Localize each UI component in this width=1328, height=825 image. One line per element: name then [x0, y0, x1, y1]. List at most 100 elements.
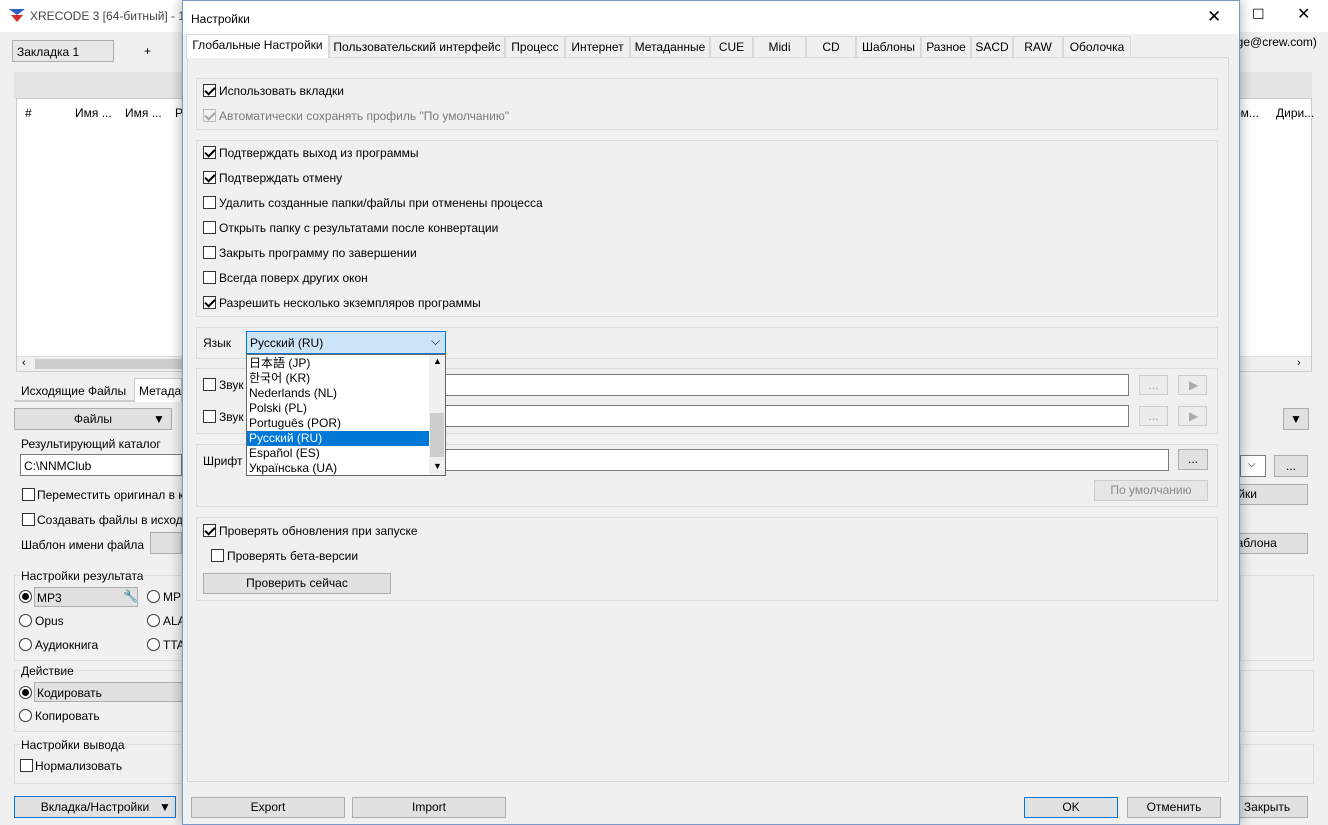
tab-global-settings[interactable]: Глобальные Настройки: [186, 34, 329, 58]
chevron-down-icon: ⌵: [1248, 459, 1256, 470]
sound2-checkbox[interactable]: [203, 410, 216, 423]
right-dropdown-button[interactable]: ▼: [1283, 408, 1309, 430]
maximize-icon[interactable]: ☐: [1252, 6, 1265, 23]
export-button[interactable]: Export: [191, 797, 345, 818]
browse-output-button[interactable]: ...: [1274, 455, 1308, 477]
format-mp3-radio[interactable]: [19, 590, 32, 603]
tab-internet[interactable]: Интернет: [565, 36, 630, 57]
add-tab-button[interactable]: +: [144, 44, 151, 58]
tab-sacd[interactable]: SACD: [971, 36, 1013, 57]
default-font-button[interactable]: По умолчанию: [1094, 480, 1208, 501]
column-header-name2[interactable]: Имя ...: [125, 106, 162, 120]
format-audiobook-radio[interactable]: [19, 638, 32, 651]
scroll-left-icon[interactable]: ‹: [22, 357, 26, 369]
ok-button[interactable]: OK: [1024, 797, 1118, 818]
column-header-name1[interactable]: Имя ...: [75, 106, 112, 120]
create-in-source-checkbox[interactable]: [22, 513, 35, 526]
tab-settings-button[interactable]: Вкладка/Настройки ▼: [14, 796, 176, 818]
confirm-exit-checkbox[interactable]: [203, 146, 216, 159]
language-option[interactable]: Русский (RU): [247, 431, 429, 446]
bottom-tab-metadata[interactable]: Метадан: [134, 378, 188, 402]
action-copy-radio[interactable]: [19, 709, 32, 722]
format-ala-radio[interactable]: [147, 614, 160, 627]
sound2-play-button[interactable]: ▶: [1178, 406, 1207, 426]
bottom-tab-metadata-label: Метадан: [139, 384, 188, 398]
tab-cue[interactable]: CUE: [710, 36, 753, 57]
column-header-number[interactable]: #: [25, 106, 32, 120]
tab-label: Метаданные: [634, 40, 706, 54]
format-mp-radio[interactable]: [147, 590, 160, 603]
scroll-up-icon[interactable]: ▲: [433, 356, 442, 366]
sound1-path-field[interactable]: [445, 374, 1129, 396]
tab-metadata[interactable]: Метаданные: [630, 36, 710, 57]
close-on-finish-checkbox[interactable]: [203, 246, 216, 259]
files-button[interactable]: Файлы ▼: [14, 408, 172, 430]
language-option[interactable]: Português (POR): [247, 416, 429, 431]
check-beta-checkbox[interactable]: [211, 549, 224, 562]
document-tab[interactable]: Закладка 1: [12, 40, 114, 62]
action-encode-selector[interactable]: Кодировать: [34, 682, 184, 702]
action-encode-label: Кодировать: [37, 686, 102, 700]
sound1-checkbox[interactable]: [203, 378, 216, 391]
language-option[interactable]: Nederlands (NL): [247, 386, 429, 401]
sound1-browse-button[interactable]: ...: [1139, 375, 1168, 395]
format-opus-radio[interactable]: [19, 614, 32, 627]
open-folder-label: Открыть папку с результатами после конве…: [219, 221, 499, 235]
tab-user-interface[interactable]: Пользовательский интерфейс: [329, 36, 505, 57]
use-tabs-label: Использовать вкладки: [219, 84, 344, 98]
right-group-1: [1240, 575, 1314, 661]
language-dropdown-list[interactable]: 日本語 (JP) 한국어 (KR) Nederlands (NL) Polski (P…: [246, 354, 446, 476]
delete-on-cancel-checkbox[interactable]: [203, 196, 216, 209]
play-icon: ▶: [1189, 378, 1199, 392]
always-on-top-checkbox[interactable]: [203, 271, 216, 284]
language-options: 日本語 (JP) 한국어 (KR) Nederlands (NL) Polski (P…: [247, 356, 429, 476]
multi-instance-checkbox[interactable]: [203, 296, 216, 309]
confirm-cancel-checkbox[interactable]: [203, 171, 216, 184]
font-browse-button[interactable]: ...: [1178, 449, 1208, 470]
autosave-profile-checkbox[interactable]: [203, 109, 216, 122]
output-dir-dropdown[interactable]: ⌵: [1240, 455, 1266, 477]
font-field[interactable]: [445, 449, 1169, 471]
cancel-button[interactable]: Отменить: [1127, 797, 1221, 818]
open-folder-checkbox[interactable]: [203, 221, 216, 234]
import-button[interactable]: Import: [352, 797, 506, 818]
check-updates-checkbox[interactable]: [203, 524, 216, 537]
language-option[interactable]: Українська (UA): [247, 461, 429, 476]
format-audiobook-label: Аудиокнига: [35, 638, 99, 652]
check-now-button[interactable]: Проверить сейчас: [203, 573, 391, 594]
format-tta-radio[interactable]: [147, 638, 160, 651]
tab-midi[interactable]: Midi: [753, 36, 806, 57]
scroll-down-icon[interactable]: ▼: [433, 461, 442, 471]
dialog-title-bar: Настройки ✕: [183, 1, 1239, 34]
format-mp3-selector[interactable]: MP3 🔧: [34, 587, 138, 607]
use-tabs-checkbox[interactable]: [203, 84, 216, 97]
move-original-checkbox[interactable]: [22, 488, 35, 501]
tab-raw[interactable]: RAW: [1013, 36, 1063, 57]
sound2-browse-button[interactable]: ...: [1139, 406, 1168, 426]
language-option[interactable]: Español (ES): [247, 446, 429, 461]
language-option[interactable]: Polski (PL): [247, 401, 429, 416]
filename-template-field[interactable]: [150, 532, 182, 554]
sound2-path-field[interactable]: [445, 405, 1129, 427]
dropdown-scrollbar-thumb[interactable]: [430, 413, 444, 457]
tab-shell[interactable]: Оболочка: [1063, 36, 1131, 57]
language-option[interactable]: 한국어 (KR): [247, 371, 429, 386]
output-dir-field[interactable]: C:\NNMClub: [20, 454, 182, 476]
sound1-play-button[interactable]: ▶: [1178, 375, 1207, 395]
bottom-tab-sources[interactable]: Исходящие Файлы: [14, 380, 134, 402]
tab-misc[interactable]: Разное: [921, 36, 971, 57]
dialog-close-icon[interactable]: ✕: [1207, 7, 1221, 27]
action-encode-radio[interactable]: [19, 686, 32, 699]
normalize-checkbox[interactable]: [20, 759, 33, 772]
column-header-dir[interactable]: Дири...: [1276, 106, 1314, 120]
language-combobox[interactable]: Русский (RU) ⌵: [246, 331, 446, 354]
language-option[interactable]: 日本語 (JP): [247, 356, 429, 371]
tab-templates[interactable]: Шаблоны: [856, 36, 921, 57]
tab-process[interactable]: Процесс: [505, 36, 565, 57]
tab-cd[interactable]: CD: [806, 36, 856, 57]
wrench-icon[interactable]: 🔧: [123, 589, 138, 603]
dropdown-scrollbar[interactable]: ▲ ▼: [429, 355, 445, 475]
scroll-right-icon[interactable]: ›: [1297, 357, 1301, 369]
close-icon[interactable]: ✕: [1297, 4, 1310, 24]
scrollbar-thumb[interactable]: [35, 359, 185, 369]
